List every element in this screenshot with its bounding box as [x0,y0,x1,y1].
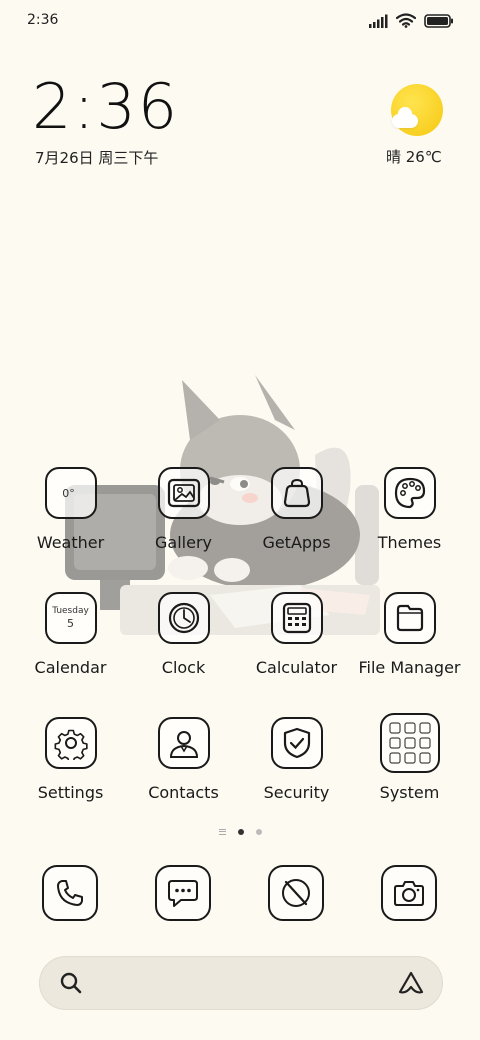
app-label: System [379,783,440,802]
search-icon[interactable] [59,971,83,995]
dock-browser[interactable] [268,865,324,921]
app-label: Security [263,783,330,802]
app-label: Themes [377,533,442,552]
app-settings[interactable]: Settings [14,717,127,802]
app-file-manager[interactable]: File Manager [353,592,466,677]
cloud-icon [392,107,418,128]
app-system-folder[interactable]: System [353,713,466,802]
app-label: Gallery [155,533,212,552]
wifi-icon [396,13,416,28]
app-label: Calendar [34,658,107,677]
message-icon [168,880,198,907]
app-getapps[interactable]: GetApps [240,467,353,552]
page-dot-1[interactable] [237,829,244,835]
app-label: Weather [36,533,105,552]
status-icons [368,13,454,28]
palette-icon [394,477,425,509]
page-indicator[interactable] [0,829,480,835]
app-clock[interactable]: Clock [127,592,240,677]
signal-icon [369,14,388,28]
gallery-icon [167,478,200,508]
clock-widget-date[interactable]: 7月26日 周三下午 [35,147,158,168]
app-gallery[interactable]: Gallery [127,467,240,552]
phone-icon [57,880,83,906]
browser-icon [282,879,310,907]
app-label: Calculator [255,658,338,677]
assistant-icon[interactable] [397,970,425,996]
search-bar[interactable] [39,956,443,1010]
battery-icon [424,13,453,28]
app-label: Contacts [148,783,219,802]
app-label: GetApps [262,533,331,552]
calendar-date: 5 [67,616,74,630]
status-bar: 2:36 [0,0,480,44]
weather-icon: 0° [44,467,97,519]
clock-widget-time[interactable]: 2:36 [32,76,179,138]
feed-page-icon[interactable] [218,829,226,835]
app-weather[interactable]: 0° Weather [14,467,127,552]
app-calendar[interactable]: Tuesday 5 Calendar [14,592,127,677]
contact-icon [169,731,198,758]
page-dot-2[interactable] [255,829,262,835]
dock-camera[interactable] [381,865,437,921]
app-label: Clock [161,658,206,677]
app-calculator[interactable]: Calculator [240,592,353,677]
dock-phone[interactable] [42,865,98,921]
calculator-icon [282,602,311,634]
gear-icon [54,729,88,760]
weather-widget-summary[interactable]: 晴 26℃ [386,146,442,167]
calendar-weekday: Tuesday [52,606,89,616]
app-label: File Manager [358,658,461,677]
camera-icon [394,881,424,906]
clock-icon [168,602,199,634]
app-security[interactable]: Security [240,717,353,802]
app-themes[interactable]: Themes [353,467,466,552]
app-contacts[interactable]: Contacts [127,717,240,802]
folder-icon [396,604,423,632]
weather-app-badge: 0° [62,486,75,500]
calendar-icon: Tuesday 5 [44,592,97,644]
dock-messages[interactable] [155,865,211,921]
shopping-bag-icon [283,478,310,508]
app-label: Settings [37,783,104,802]
status-time: 2:36 [27,12,59,28]
folder-grid-icon [388,722,431,764]
shield-check-icon [283,727,310,759]
